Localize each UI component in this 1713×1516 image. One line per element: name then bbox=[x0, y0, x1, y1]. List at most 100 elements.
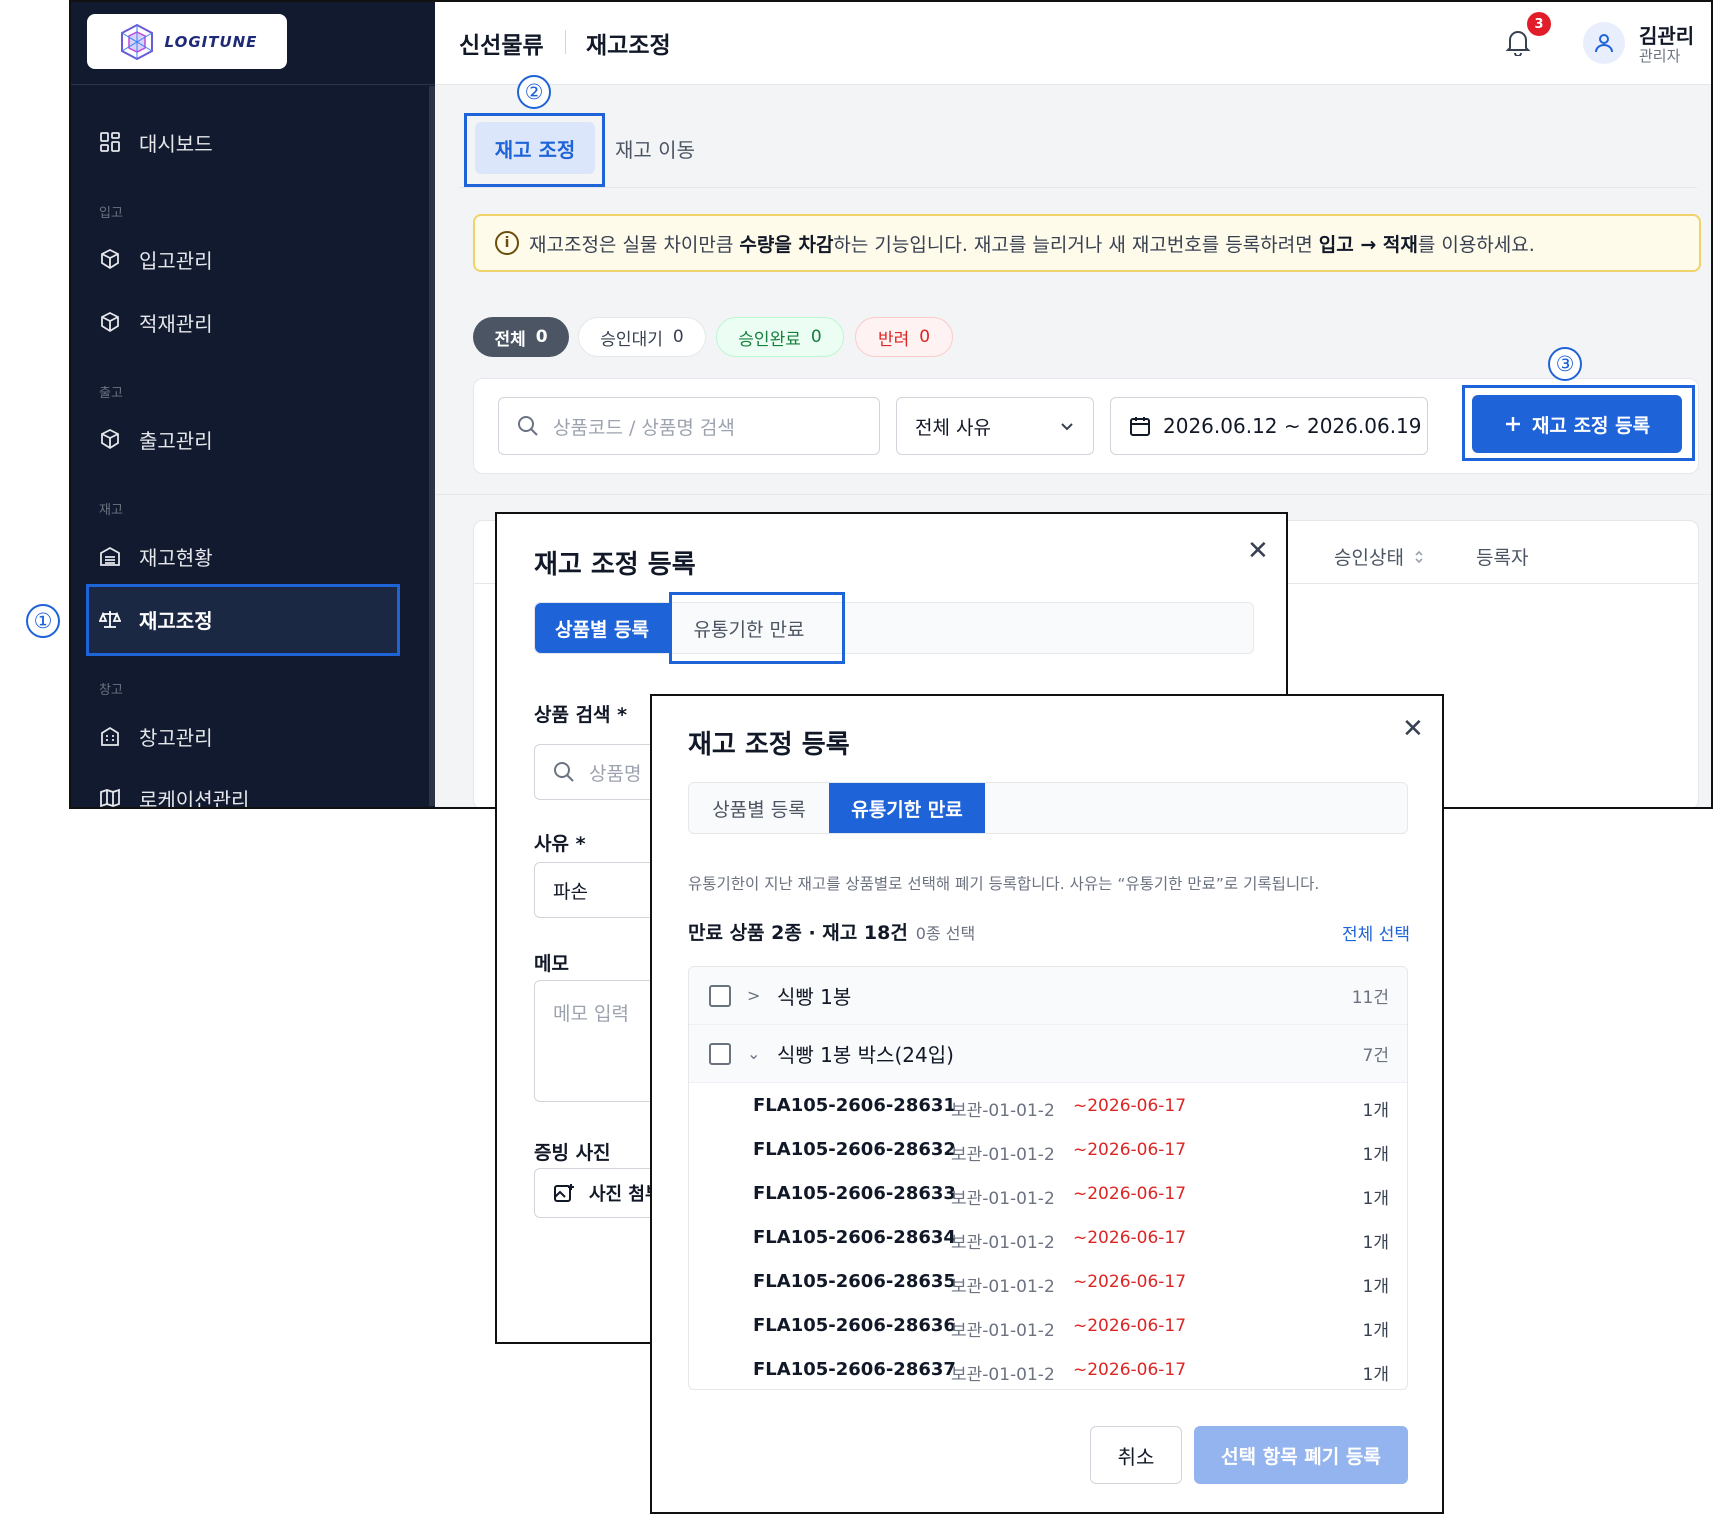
product-search-label: 상품 검색 * bbox=[534, 704, 628, 726]
modal-title: 재고 조정 등록 bbox=[688, 730, 850, 760]
content-divider bbox=[435, 494, 1711, 495]
lot-row: FLA105-2606-28636 보관-01-01-2 ~2026-06-17… bbox=[689, 1305, 1407, 1349]
lot-row: FLA105-2606-28633 보관-01-01-2 ~2026-06-17… bbox=[689, 1173, 1407, 1217]
sidebar-item-label: 출고관리 bbox=[139, 428, 213, 453]
sidebar-item-label: 입고관리 bbox=[139, 248, 213, 273]
reason-select[interactable]: 전체 사유 bbox=[896, 397, 1094, 455]
status-chip-all[interactable]: 전체 0 bbox=[473, 317, 569, 357]
lot-row: FLA105-2606-28635 보관-01-01-2 ~2026-06-17… bbox=[689, 1261, 1407, 1305]
group-checkbox[interactable] bbox=[709, 1042, 731, 1065]
sidebar-divider bbox=[71, 84, 435, 85]
sidebar-item-putaway[interactable]: 적재관리 bbox=[99, 302, 213, 342]
sidebar-group-inventory: 재고 bbox=[99, 503, 123, 518]
tab-product-register[interactable]: 상품별 등록 bbox=[535, 603, 669, 653]
search-placeholder: 상품코드 / 상품명 검색 bbox=[553, 416, 735, 439]
sidebar: LOGITUNE 대시보드 입고 입고관리 적재관리 출고 출고관리 재고 재고… bbox=[71, 2, 435, 807]
chevron-right-icon[interactable]: > bbox=[747, 986, 760, 1005]
status-chip-pending[interactable]: 승인대기 0 bbox=[578, 317, 706, 357]
tab-stock-adjust[interactable]: 재고 조정 bbox=[475, 122, 595, 174]
modal-title: 재고 조정 등록 bbox=[534, 550, 696, 580]
close-icon[interactable]: ✕ bbox=[1247, 536, 1269, 566]
sidebar-item-inbound[interactable]: 입고관리 bbox=[99, 239, 213, 279]
memo-label: 메모 bbox=[534, 953, 569, 975]
lot-quantity: 1개 bbox=[1362, 1189, 1389, 1209]
package-icon bbox=[101, 248, 119, 270]
sidebar-item-location[interactable]: 로케이션관리 bbox=[99, 778, 250, 809]
lot-quantity: 1개 bbox=[1362, 1277, 1389, 1297]
group-count: 11건 bbox=[1351, 988, 1389, 1008]
chip-label: 전체 bbox=[494, 329, 526, 350]
sort-icon bbox=[1415, 550, 1423, 563]
package-icon bbox=[101, 428, 119, 450]
add-button-label: 재고 조정 등록 bbox=[1531, 414, 1651, 437]
highlight-frame-expired-tab bbox=[669, 592, 845, 664]
annotation-marker-2: ② bbox=[517, 75, 551, 109]
group-count: 7건 bbox=[1362, 1046, 1389, 1066]
expired-product-list: > 식빵 1봉 11건 ⌄ 식빵 1봉 박스(24입) 7건 FLA105-26… bbox=[688, 966, 1408, 1390]
lot-quantity: 1개 bbox=[1362, 1365, 1389, 1385]
status-chip-rejected[interactable]: 반려 0 bbox=[855, 317, 953, 357]
sidebar-item-label: 재고현황 bbox=[139, 545, 213, 570]
status-chip-approved[interactable]: 승인완료 0 bbox=[716, 317, 844, 357]
lot-quantity: 1개 bbox=[1362, 1321, 1389, 1341]
lot-code: FLA105-2606-28637 bbox=[753, 1359, 956, 1380]
memo-placeholder: 메모 입력 bbox=[553, 1003, 629, 1025]
search-input[interactable]: 상품코드 / 상품명 검색 bbox=[498, 397, 880, 455]
sidebar-item-stock-adjust[interactable]: 재고조정 bbox=[99, 599, 213, 639]
date-range-picker[interactable]: 2026.06.12 ~ 2026.06.19 bbox=[1110, 397, 1428, 455]
tab-divider bbox=[459, 187, 1697, 188]
sidebar-group-inbound: 입고 bbox=[99, 206, 123, 221]
product-group-row[interactable]: ⌄ 식빵 1봉 박스(24입) 7건 bbox=[689, 1025, 1407, 1083]
tab-product-register[interactable]: 상품별 등록 bbox=[689, 783, 829, 833]
group-checkbox[interactable] bbox=[709, 984, 731, 1007]
close-icon[interactable]: ✕ bbox=[1402, 714, 1424, 744]
info-notice: i 재고조정은 실물 차이만큼 수량을 차감하는 기능입니다. 재고를 늘리거나… bbox=[473, 214, 1701, 272]
tab-expired[interactable]: 유통기한 만료 bbox=[829, 783, 985, 833]
reason-value: 파손 bbox=[553, 880, 588, 903]
chevron-down-icon bbox=[1061, 423, 1073, 431]
tab-stock-move[interactable]: 재고 이동 bbox=[600, 122, 710, 174]
modal-tab-group: 상품별 등록 유통기한 만료 bbox=[534, 602, 1254, 654]
register-disposal-button[interactable]: 선택 항목 폐기 등록 bbox=[1194, 1426, 1408, 1484]
add-adjustment-button[interactable]: 재고 조정 등록 bbox=[1472, 395, 1682, 453]
sidebar-item-dashboard[interactable]: 대시보드 bbox=[99, 122, 213, 162]
logo[interactable]: LOGITUNE bbox=[87, 14, 287, 69]
sidebar-item-outbound[interactable]: 출고관리 bbox=[99, 419, 213, 459]
chip-label: 승인완료 bbox=[738, 329, 801, 350]
logo-cube-icon bbox=[120, 23, 153, 60]
dashboard-grid-icon bbox=[100, 132, 120, 152]
notice-text-part: 를 이용하세요. bbox=[1417, 233, 1535, 256]
lot-location: 보관-01-01-2 bbox=[951, 1145, 1055, 1165]
sidebar-group-outbound: 출고 bbox=[99, 386, 123, 401]
lot-location: 보관-01-01-2 bbox=[951, 1321, 1055, 1341]
lot-expiry: ~2026-06-17 bbox=[1073, 1272, 1187, 1292]
avatar[interactable] bbox=[1583, 22, 1625, 64]
lot-code: FLA105-2606-28636 bbox=[753, 1315, 956, 1336]
notice-bold: 수량을 차감 bbox=[739, 233, 834, 256]
sidebar-item-label: 로케이션관리 bbox=[139, 787, 250, 809]
chevron-down-icon[interactable]: ⌄ bbox=[747, 1044, 760, 1063]
bell-icon[interactable] bbox=[1505, 28, 1531, 56]
lot-code: FLA105-2606-28633 bbox=[753, 1183, 956, 1204]
breadcrumb-company[interactable]: 신선물류 bbox=[459, 26, 544, 60]
product-search-placeholder: 상품명 bbox=[589, 762, 642, 785]
photo-label: 증빙 사진 bbox=[534, 1142, 611, 1164]
lot-location: 보관-01-01-2 bbox=[951, 1233, 1055, 1253]
lot-location: 보관-01-01-2 bbox=[951, 1365, 1055, 1385]
select-all-link[interactable]: 전체 선택 bbox=[1342, 920, 1410, 945]
sidebar-item-stock-status[interactable]: 재고현황 bbox=[99, 536, 213, 576]
column-header-registrant[interactable]: 등록자 bbox=[1476, 543, 1528, 570]
chip-count: 0 bbox=[810, 327, 822, 347]
product-group-row[interactable]: > 식빵 1봉 11건 bbox=[689, 967, 1407, 1025]
notice-bold: 입고 → 적재 bbox=[1318, 233, 1418, 256]
cancel-button[interactable]: 취소 bbox=[1090, 1426, 1182, 1484]
expired-description: 유통기한이 지난 재고를 상품별로 선택해 폐기 등록합니다. 사유는 “유통기… bbox=[688, 875, 1320, 893]
annotation-marker-1: ① bbox=[26, 604, 60, 638]
column-header-status[interactable]: 승인상태 bbox=[1334, 543, 1424, 570]
breadcrumb-divider bbox=[565, 30, 566, 54]
selected-count: 0종 선택 bbox=[915, 924, 976, 943]
sidebar-item-label: 대시보드 bbox=[139, 131, 213, 156]
lot-expiry: ~2026-06-17 bbox=[1073, 1184, 1187, 1204]
lot-expiry: ~2026-06-17 bbox=[1073, 1316, 1187, 1336]
sidebar-item-warehouse[interactable]: 창고관리 bbox=[99, 716, 213, 756]
